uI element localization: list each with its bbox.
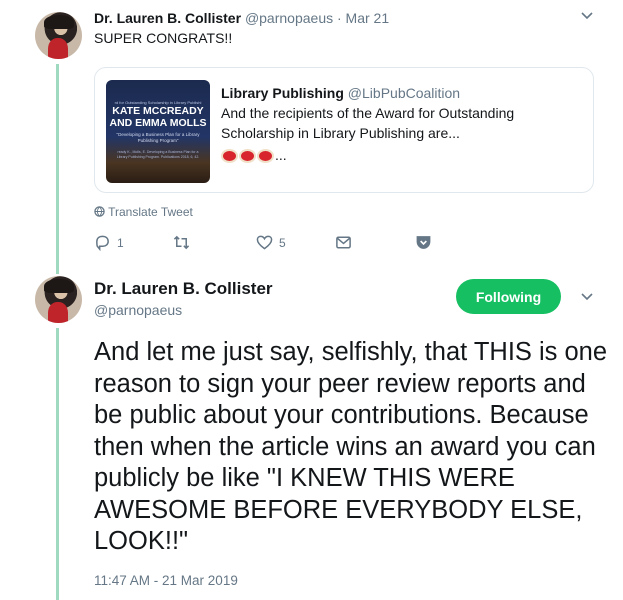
tweet-date[interactable]: · Mar 21 (337, 10, 389, 26)
tweet-text: And let me just say, selfishly, that THI… (94, 338, 608, 555)
author-name[interactable]: Dr. Lauren B. Collister (94, 279, 273, 299)
globe-icon (94, 206, 105, 217)
chevron-down-icon[interactable] (580, 8, 594, 27)
author-handle[interactable]: @parnopaeus (94, 302, 182, 318)
emoji-ellipsis: ... (275, 147, 287, 163)
tweet-header: Dr. Lauren B. Collister @parnopaeus · Ma… (94, 10, 389, 26)
translate-label: Translate Tweet (108, 205, 193, 219)
reply-button[interactable]: 1 (94, 234, 124, 251)
avatar[interactable] (35, 276, 82, 323)
pocket-icon (416, 236, 431, 249)
tweet-text: SUPER CONGRATS!! (94, 30, 233, 46)
image-subtitle: "Developing a Business Plan for a Librar… (116, 132, 200, 143)
translate-tweet-link[interactable]: Translate Tweet (94, 205, 193, 219)
quoted-tweet-body: Library Publishing @LibPubCoalition And … (221, 83, 581, 165)
quoted-author-handle: @LibPubCoalition (347, 85, 461, 101)
pocket-button[interactable] (415, 234, 432, 251)
tweet-timestamp[interactable]: 11:47 AM - 21 Mar 2019 (94, 573, 238, 588)
avatar[interactable] (35, 12, 82, 59)
thread-line (56, 328, 59, 600)
reply-icon (96, 235, 109, 251)
following-button[interactable]: Following (456, 279, 561, 314)
thread-line (56, 64, 59, 274)
retweet-button[interactable] (173, 234, 196, 251)
drum-icon (221, 149, 238, 164)
chevron-down-icon[interactable] (580, 289, 594, 308)
quoted-author-name: Library Publishing (221, 85, 344, 101)
retweet-icon (173, 235, 190, 250)
author-name[interactable]: Dr. Lauren B. Collister (94, 10, 241, 26)
drum-icon (239, 149, 256, 164)
like-icon (256, 235, 273, 250)
author-handle[interactable]: @parnopaeus (245, 10, 333, 26)
message-icon (336, 236, 351, 249)
image-caption: ready K., Molls, E. Developing a Busines… (116, 150, 200, 159)
quoted-tweet-text: And the recipients of the Award for Outs… (221, 105, 515, 141)
image-headline: KATE MCCREADY AND EMMA MOLLS (106, 105, 210, 129)
like-count: 5 (279, 235, 286, 250)
image-headline-line-1: KATE MCCREADY (112, 105, 204, 117)
quoted-tweet-card[interactable]: rd for Outstanding Scholarship in Librar… (94, 67, 594, 193)
image-headline-line-2: AND EMMA MOLLS (109, 117, 207, 129)
like-button[interactable]: 5 (256, 234, 286, 251)
reply-count: 1 (117, 235, 124, 250)
drum-icon (257, 149, 274, 164)
drum-emoji-row: ... (221, 145, 581, 165)
direct-message-button[interactable] (335, 234, 352, 251)
quoted-tweet-image: rd for Outstanding Scholarship in Librar… (106, 80, 210, 183)
